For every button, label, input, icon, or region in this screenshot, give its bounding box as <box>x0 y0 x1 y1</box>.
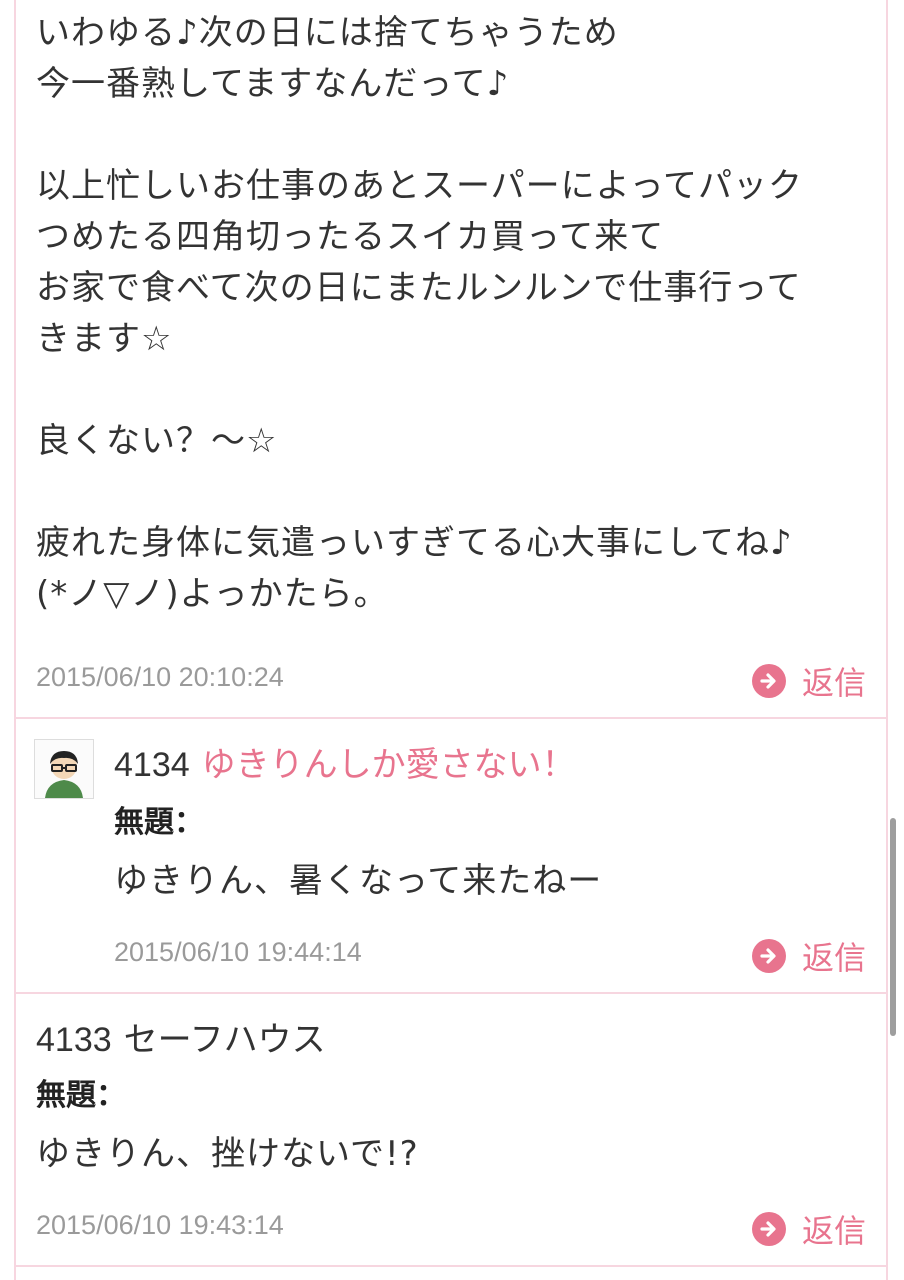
scrollbar-thumb[interactable] <box>890 818 896 1036</box>
comment-timestamp: 2015/06/10 19:43:14 <box>36 1210 284 1240</box>
comment-body: ゆきりん、挫けないで!? <box>36 1134 419 1174</box>
reply-button[interactable]: 返信 <box>751 658 866 704</box>
comment-subject: 無題： <box>114 805 204 840</box>
arrow-right-circle-icon <box>751 1212 786 1246</box>
comment-meta: 2015/06/10 19:43:14 返信 <box>36 1206 866 1250</box>
comment-card: いわゆる♪次の日には捨てちゃうため 今一番熟してますなんだって♪ 以上忙しいお仕… <box>14 0 888 719</box>
avatar-image-icon <box>35 740 93 798</box>
comment-body: ゆきりん、暑くなって来たねー <box>114 861 603 901</box>
reply-label: 返信 <box>801 664 866 702</box>
comment-number: 4134 <box>114 746 190 784</box>
comment-header: 4134 ゆきりんしか愛さない！ <box>114 737 576 786</box>
comment-subject: 無題： <box>36 1078 126 1113</box>
comment-author: セーフハウス <box>123 1020 326 1060</box>
reply-label: 返信 <box>801 939 866 977</box>
comment-timestamp: 2015/06/10 20:10:24 <box>36 662 284 692</box>
comment-card: 4133 セーフハウス 無題： ゆきりん、挫けないで!? 2015/06/10 … <box>14 994 888 1267</box>
comment-body: いわゆる♪次の日には捨てちゃうため 今一番熟してますなんだって♪ 以上忙しいお仕… <box>36 13 803 614</box>
comment-author-link[interactable]: ゆきりんしか愛さない！ <box>202 737 576 786</box>
arrow-right-circle-icon <box>751 939 786 973</box>
comment-meta: 2015/06/10 19:44:14 返信 <box>114 933 866 977</box>
comment-header: 4133 セーフハウス <box>36 1012 326 1061</box>
user-avatar[interactable] <box>34 739 94 799</box>
reply-button[interactable]: 返信 <box>751 1206 866 1252</box>
comment-feed: いわゆる♪次の日には捨てちゃうため 今一番熟してますなんだって♪ 以上忙しいお仕… <box>0 0 904 1280</box>
comment-timestamp: 2015/06/10 19:44:14 <box>114 937 362 967</box>
comment-number: 4133 <box>36 1021 112 1059</box>
comment-card: 4134 ゆきりんしか愛さない！ 無題： ゆきりん、暑くなって来たねー 2015… <box>14 719 888 994</box>
arrow-right-circle-icon <box>751 664 786 698</box>
comment-card <box>14 1267 888 1280</box>
comment-meta: 2015/06/10 20:10:24 返信 <box>36 658 866 702</box>
reply-label: 返信 <box>801 1212 866 1250</box>
reply-button[interactable]: 返信 <box>751 933 866 979</box>
